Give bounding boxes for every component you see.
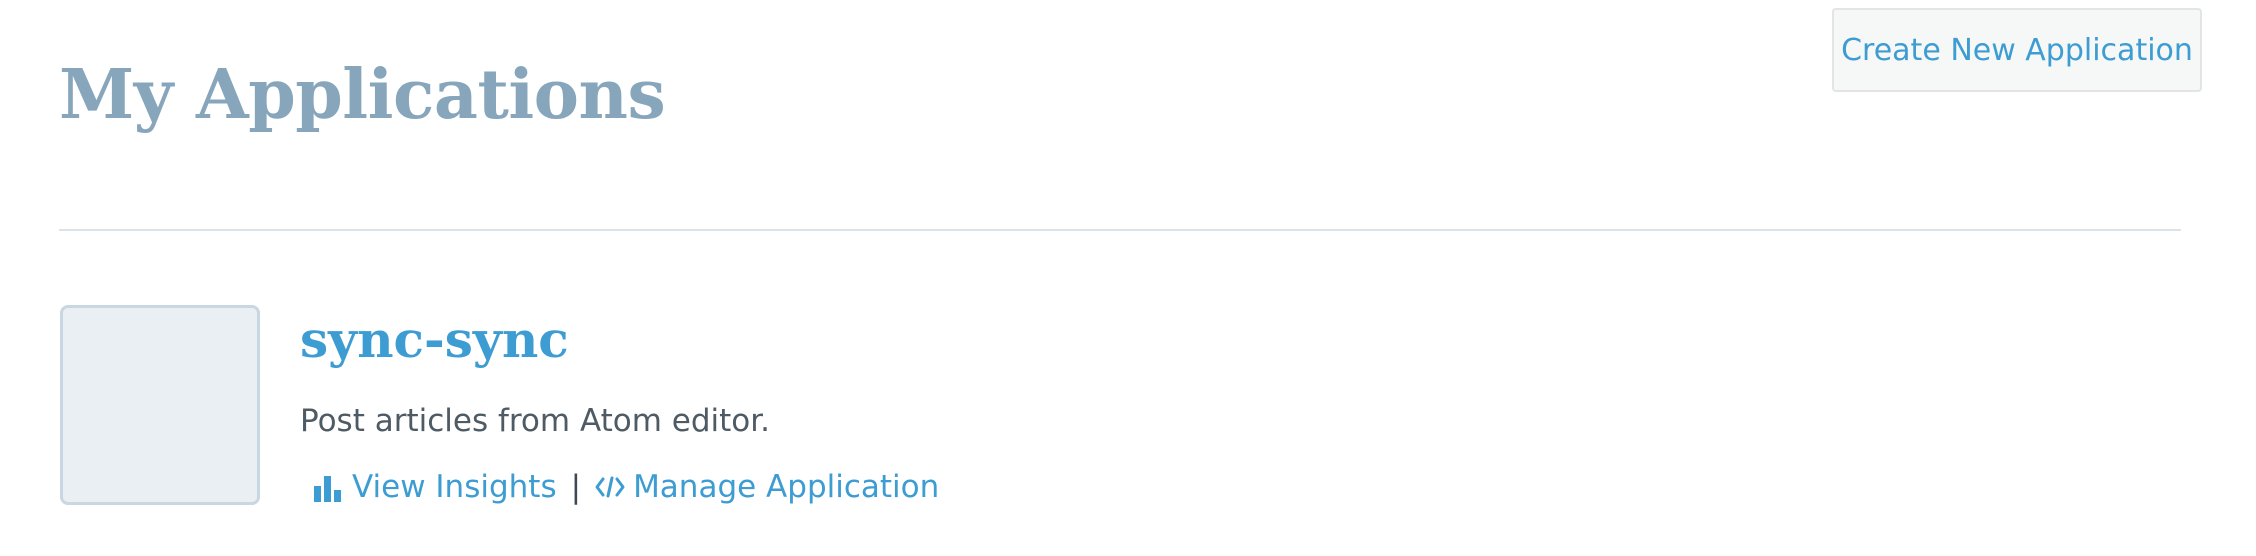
manage-application-label: Manage Application	[633, 469, 940, 505]
view-insights-label: View Insights	[352, 469, 557, 505]
create-new-application-button[interactable]: Create New Application	[1832, 8, 2202, 92]
view-insights-link[interactable]: View Insights	[312, 464, 557, 510]
action-separator: |	[570, 469, 582, 505]
code-icon	[595, 476, 625, 498]
application-actions: View Insights | Manage Application	[312, 464, 939, 510]
manage-application-link[interactable]: Manage Application	[595, 464, 939, 510]
application-name-link[interactable]: sync-sync	[300, 305, 569, 375]
bar-chart-icon	[312, 472, 344, 502]
application-icon-placeholder	[60, 305, 260, 505]
divider	[59, 229, 2181, 231]
application-description: Post articles from Atom editor.	[300, 403, 771, 439]
page-title: My Applications	[59, 55, 666, 135]
